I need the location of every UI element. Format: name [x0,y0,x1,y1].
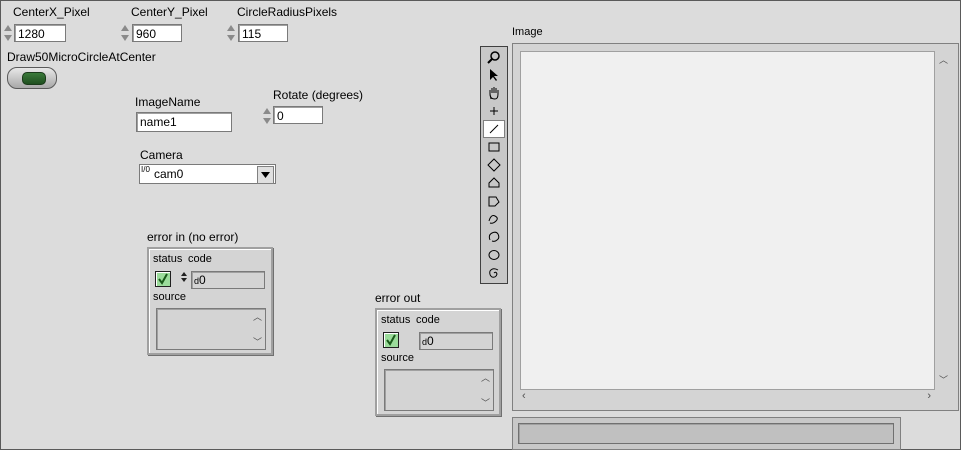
error-in-cluster: status code d0 source ︿ ﹀ [147,247,273,355]
camera-label: Camera [140,148,183,162]
error-in-code-value: 0 [199,273,206,287]
scroll-down-icon[interactable]: ﹀ [481,396,490,409]
error-out-code-label: code [416,314,440,326]
button-led-icon [22,72,46,85]
scroll-up-icon[interactable]: ︿ [939,53,948,66]
pointer-icon[interactable] [483,66,505,84]
error-in-code-increment-icon[interactable] [181,269,190,291]
image-vertical-scrollbar[interactable]: ︿ ﹀ [935,51,951,388]
error-in-source-input[interactable]: ︿ ﹀ [156,308,266,350]
chevron-down-icon[interactable] [257,166,274,184]
center-y-input[interactable]: 960 [132,24,182,42]
image-status-text [518,423,894,444]
scroll-up-icon[interactable]: ︿ [253,310,262,323]
center-y-label: CenterY_Pixel [131,5,208,19]
rotate-increment-icon[interactable] [263,105,272,127]
error-out-cluster: status code d0 source ︿ ﹀ [375,308,501,416]
checkmark-icon [158,273,168,285]
image-label: Image [512,26,543,38]
error-out-status-label: status [381,314,411,326]
center-x-increment-icon[interactable] [4,22,13,44]
line-icon[interactable] [483,120,505,138]
error-out-label: error out [375,291,421,305]
error-in-code-input[interactable]: d0 [191,271,265,289]
spiral-icon[interactable] [483,264,505,282]
image-name-label: ImageName [135,95,201,109]
camera-value: cam0 [154,167,184,181]
zoom-icon[interactable] [483,48,505,66]
center-x-label: CenterX_Pixel [13,5,90,19]
error-out-code-value: 0 [427,334,434,348]
scroll-down-icon[interactable]: ﹀ [253,335,262,348]
error-in-label: error in (no error) [147,230,239,244]
circle-radius-input[interactable]: 115 [238,24,288,42]
error-out-code-display: d0 [419,332,493,350]
checkmark-icon [386,334,396,346]
freehand-polygon-icon[interactable] [483,192,505,210]
scroll-left-icon[interactable]: ‹ [522,390,526,402]
rectangle-icon[interactable] [483,138,505,156]
rotated-rectangle-icon[interactable] [483,156,505,174]
image-canvas[interactable] [520,51,935,390]
error-out-source-display: ︿ ﹀ [384,369,494,411]
image-name-input[interactable]: name1 [136,112,232,132]
scroll-down-icon[interactable]: ﹀ [939,373,948,386]
draw-button-label: Draw50MicroCircleAtCenter [7,50,156,64]
draw-circle-button[interactable] [7,67,57,89]
io-glyph-icon: I/0 [141,165,150,174]
error-out-source-scrollbar[interactable]: ︿ ﹀ [477,370,493,410]
annulus-icon[interactable] [483,228,505,246]
circle-radius-label: CircleRadiusPixels [237,5,338,19]
camera-select[interactable]: I/0 cam0 [139,164,276,184]
error-in-source-scrollbar[interactable]: ︿ ﹀ [249,309,265,349]
error-in-code-label: code [188,253,212,265]
pan-icon[interactable] [483,84,505,102]
front-panel: CenterX_Pixel 1280 CenterY_Pixel 960 Cir… [0,0,961,450]
center-x-input[interactable]: 1280 [14,24,66,42]
scroll-right-icon[interactable]: › [927,390,931,402]
image-display: ︿ ﹀ ‹ › [512,43,959,411]
image-horizontal-scrollbar[interactable]: ‹ › [520,390,933,404]
center-y-increment-icon[interactable] [121,22,130,44]
rotate-input[interactable]: 0 [273,106,323,124]
scroll-up-icon[interactable]: ︿ [481,371,490,384]
error-out-status-indicator [383,332,399,348]
circle-radius-increment-icon[interactable] [227,22,236,44]
freehand-line-icon[interactable] [483,210,505,228]
oval-icon[interactable] [483,246,505,264]
error-in-source-label: source [153,291,187,303]
polygon-icon[interactable] [483,174,505,192]
image-status-bar [512,417,901,450]
rotate-label: Rotate (degrees) [273,88,364,102]
error-in-status-checkbox[interactable] [155,271,171,287]
crosshair-icon[interactable] [483,102,505,120]
error-out-source-label: source [381,352,415,364]
image-tool-palette [480,46,508,284]
error-in-status-label: status [153,253,183,265]
